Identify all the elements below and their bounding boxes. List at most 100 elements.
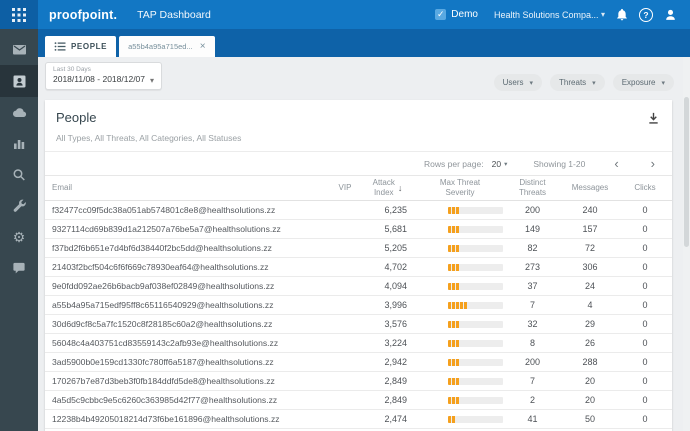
column-header-vip[interactable]: VIP (330, 183, 360, 193)
table-row[interactable]: 21403f2bcf504c6f6f669c78930eaf64@healths… (45, 258, 672, 277)
org-caret-icon[interactable]: ▾ (601, 10, 605, 19)
apps-grid-icon (12, 7, 26, 22)
email-cell[interactable]: f32477cc09f5dc38a051ab574801c8e8@healths… (45, 205, 330, 215)
download-icon (649, 112, 658, 124)
sidebar-item-people[interactable] (0, 65, 38, 97)
tab-person-detail-label: a55b4a95a715ed... (128, 42, 193, 51)
messages-cell: 20 (584, 395, 595, 405)
severity-bar (448, 358, 503, 366)
close-icon[interactable]: × (200, 41, 206, 52)
table-row[interactable]: 4a5d5c9cbbc9e5c6260c363985d42f77@healths… (45, 391, 672, 410)
prev-page-button[interactable]: ‹ (611, 157, 621, 170)
vertical-scrollbar[interactable] (683, 57, 690, 431)
email-cell[interactable]: 4a5d5c9cbbc9e5c6260c363985d42f77@healths… (45, 395, 330, 405)
messages-cell: 24 (584, 281, 595, 291)
demo-checkbox[interactable]: ✓ (435, 9, 447, 20)
rows-per-page-caret-icon[interactable]: ▾ (504, 160, 507, 168)
tab-people[interactable]: PEOPLE (45, 36, 117, 57)
help-button[interactable]: ? (639, 7, 653, 22)
column-header-distinct-threats[interactable]: Distinct Threats (505, 178, 560, 197)
table-row[interactable]: 3ad5900b0e159cd1330fc780ff6a5187@healths… (45, 353, 672, 372)
severity-bar (448, 225, 503, 233)
email-cell[interactable]: 21403f2bcf504c6f6f669c78930eaf64@healths… (45, 262, 330, 272)
email-cell[interactable]: 170267b7e87d3beb3f0fb184ddfd5de8@healths… (45, 376, 330, 386)
clicks-cell: 0 (642, 357, 648, 367)
email-cell[interactable]: 30d6d9cf8c5a7fc1520c8f28185c60a2@healths… (45, 319, 330, 329)
severity-bar (448, 320, 503, 328)
messages-cell: 4 (587, 300, 593, 310)
tab-strip: PEOPLE a55b4a95a715ed... × (38, 29, 690, 57)
email-cell[interactable]: 3ad5900b0e159cd1330fc780ff6a5187@healths… (45, 357, 330, 367)
scrollbar-thumb[interactable] (684, 97, 689, 247)
sidebar-item-search[interactable] (0, 159, 38, 190)
chevron-down-icon: ▾ (529, 79, 534, 87)
demo-toggle[interactable]: ✓ Demo (435, 9, 478, 20)
download-button[interactable] (647, 111, 660, 125)
left-sidebar: ⚙ (0, 29, 38, 431)
messages-cell: 240 (582, 205, 598, 215)
date-range-label: Last 30 Days (53, 66, 91, 73)
sidebar-item-email[interactable] (0, 34, 38, 65)
attack-index-cell: 3,576 (384, 319, 407, 329)
table-row[interactable]: 12238b4b49205018214d73f6be161896@healths… (45, 410, 672, 429)
email-cell[interactable]: 56048c4a403751cd83559143c2afb93e@healths… (45, 338, 330, 348)
attack-index-cell: 4,702 (384, 262, 407, 272)
table-row[interactable]: f32477cc09f5dc38a051ab574801c8e8@healths… (45, 201, 672, 220)
table-row[interactable]: a55b4a95a715edf95ff8c65116540929@healths… (45, 296, 672, 315)
distinct-threats-cell: 200 (524, 357, 541, 367)
table-row[interactable]: 9327114cd69b839d1a212507a76be5a7@healths… (45, 220, 672, 239)
sidebar-item-feedback[interactable] (0, 252, 38, 283)
severity-bar (448, 377, 503, 385)
distinct-threats-cell: 7 (529, 376, 535, 386)
sidebar-item-settings[interactable]: ⚙ (0, 221, 38, 252)
users-filter-button[interactable]: Users ▾ (493, 74, 543, 91)
email-cell[interactable]: 12238b4b49205018214d73f6be161896@healths… (45, 414, 330, 424)
org-selector[interactable]: Health Solutions Compa... (494, 10, 599, 20)
sidebar-item-tools[interactable] (0, 190, 38, 221)
max-threat-severity-cell (415, 206, 505, 214)
messages-cell: 72 (584, 243, 595, 253)
email-cell[interactable]: f37bd2f6b651e7d4bf6d38440f2bc5dd@healths… (45, 243, 330, 253)
column-header-messages[interactable]: Messages (560, 183, 620, 193)
date-range-filter[interactable]: Last 30 Days 2018/11/08 - 2018/12/07 ▾ (45, 62, 162, 90)
threats-filter-label: Threats (559, 78, 587, 87)
clicks-cell: 0 (642, 376, 648, 386)
bell-icon (617, 8, 627, 21)
table-header-row: Email VIP Attack Index ↓ Max Threat Seve… (45, 175, 672, 201)
column-header-clicks[interactable]: Clicks (620, 183, 670, 193)
email-cell[interactable]: 9e0fdd092ae26b6bacb9af038ef02849@healths… (45, 281, 330, 291)
rows-per-page-select[interactable]: 20 (492, 159, 501, 169)
email-cell[interactable]: a55b4a95a715edf95ff8c65116540929@healths… (45, 300, 330, 310)
sidebar-item-reports[interactable] (0, 128, 38, 159)
panel-title: People (56, 110, 97, 125)
tab-person-detail[interactable]: a55b4a95a715ed... × (119, 36, 215, 57)
max-threat-severity-cell (415, 358, 505, 366)
pagination-bar: Rows per page: 20 ▾ Showing 1-20 ‹ › (45, 151, 672, 175)
next-page-button[interactable]: › (648, 157, 658, 170)
date-caret-icon: ▾ (149, 76, 154, 85)
sort-desc-icon[interactable]: ↓ (398, 183, 403, 194)
table-row[interactable]: 30d6d9cf8c5a7fc1520c8f28185c60a2@healths… (45, 315, 672, 334)
threats-filter-button[interactable]: Threats ▾ (550, 74, 605, 91)
table-row[interactable]: f37bd2f6b651e7d4bf6d38440f2bc5dd@healths… (45, 239, 672, 258)
distinct-threats-cell: 273 (524, 262, 541, 272)
severity-bar (448, 263, 503, 271)
column-header-max-threat-severity[interactable]: Max Threat Severity (415, 178, 505, 197)
table-row[interactable]: 56048c4a403751cd83559143c2afb93e@healths… (45, 334, 672, 353)
apps-grid-button[interactable] (0, 0, 38, 29)
clicks-cell: 0 (642, 338, 648, 348)
sidebar-item-cloud[interactable] (0, 97, 38, 128)
column-header-email[interactable]: Email (45, 183, 330, 193)
clicks-cell: 0 (642, 300, 648, 310)
column-header-attack-index[interactable]: Attack Index ↓ (360, 178, 415, 197)
table-row[interactable]: 170267b7e87d3beb3f0fb184ddfd5de8@healths… (45, 372, 672, 391)
severity-bar (448, 206, 503, 214)
distinct-threats-cell: 32 (527, 319, 538, 329)
notifications-button[interactable] (615, 7, 629, 22)
table-row[interactable]: 9e0fdd092ae26b6bacb9af038ef02849@healths… (45, 277, 672, 296)
exposure-filter-button[interactable]: Exposure ▾ (612, 74, 674, 91)
severity-bar (448, 396, 503, 404)
account-button[interactable] (663, 7, 678, 22)
email-cell[interactable]: 9327114cd69b839d1a212507a76be5a7@healths… (45, 224, 330, 234)
proofpoint-logo: proofpoint. (49, 7, 118, 22)
